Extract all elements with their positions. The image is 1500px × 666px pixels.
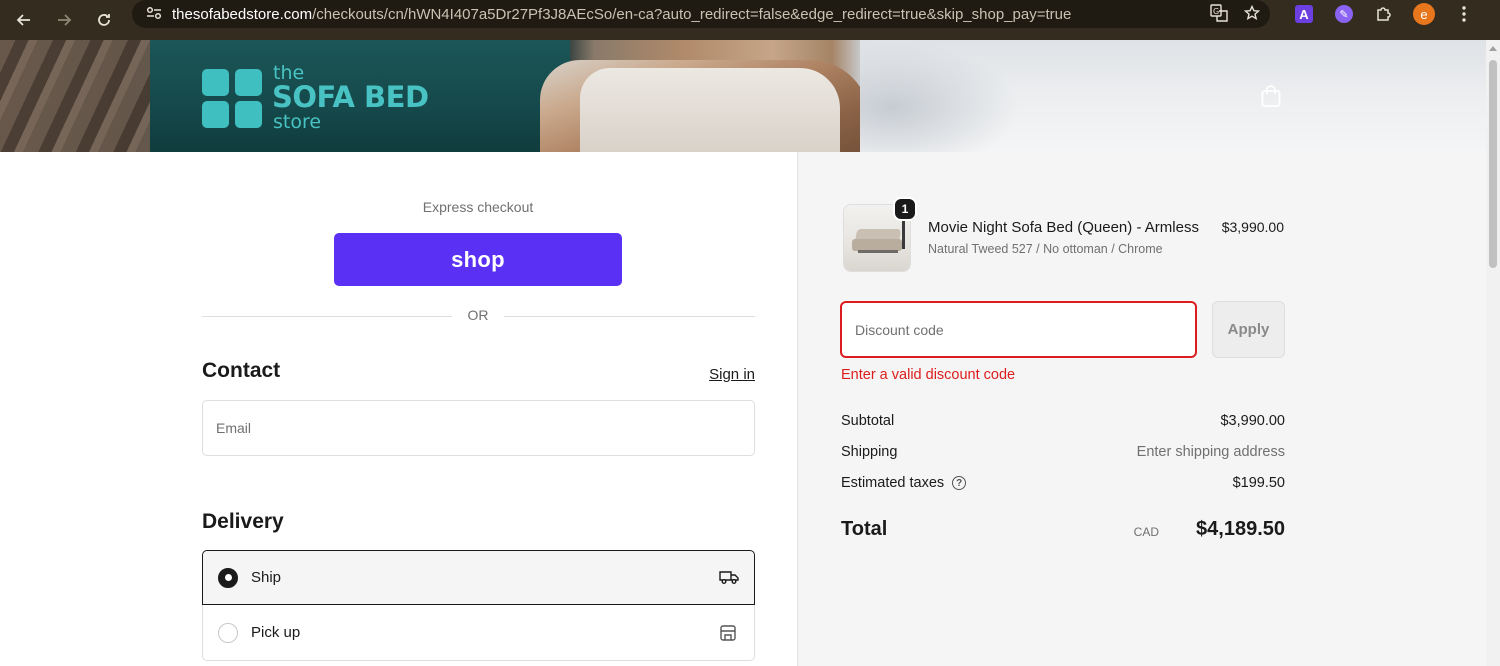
taxes-value: $199.50 (1232, 475, 1285, 491)
help-icon[interactable]: ? (952, 476, 967, 490)
logo-square (235, 69, 262, 96)
subtotal-row: Subtotal $3,990.00 (841, 413, 1285, 433)
logo-text-store: store (273, 111, 322, 133)
taxes-row: Estimated taxes? $199.50 (841, 475, 1285, 495)
discount-code-field[interactable] (840, 301, 1197, 358)
delivery-options: Ship Pick up (202, 550, 755, 661)
checkout-form: Express checkout shop OR Contact Sign in… (0, 152, 797, 666)
logo-text-main: SOFA BED (272, 80, 429, 114)
banner-image-chair-seat (580, 68, 840, 152)
product-price: $3,990.00 (1221, 219, 1284, 235)
product-variant: Natural Tweed 527 / No ottoman / Chrome (928, 242, 1163, 256)
address-bar[interactable]: thesofabedstore.com/checkouts/cn/hWN4I40… (132, 0, 1270, 28)
logo-square (235, 101, 262, 128)
subtotal-label: Subtotal (841, 413, 895, 429)
forward-icon[interactable] (44, 0, 84, 40)
extension-a-icon[interactable]: A (1284, 0, 1324, 28)
apply-button[interactable]: Apply (1212, 301, 1285, 358)
store-icon (719, 624, 739, 642)
radio-ship[interactable] (218, 567, 238, 588)
delivery-title: Delivery (202, 510, 284, 533)
or-divider: OR (202, 307, 755, 327)
truck-icon (719, 569, 739, 587)
sign-in-link[interactable]: Sign in (690, 366, 755, 383)
delivery-option-ship[interactable]: Ship (202, 550, 755, 605)
url-text: thesofabedstore.com/checkouts/cn/hWN4I40… (172, 5, 1072, 23)
total-value: $4,189.50 (1196, 518, 1285, 540)
puzzle-icon[interactable] (1364, 0, 1404, 28)
logo-square (202, 69, 229, 96)
total-currency: CAD (1133, 525, 1159, 539)
or-text: OR (467, 307, 489, 323)
shop-pay-button[interactable]: shop (334, 233, 622, 286)
order-summary: Movie Night Sofa Bed (Queen) - Armless N… (797, 152, 1486, 666)
back-icon[interactable] (4, 0, 44, 40)
store-logo[interactable]: the SOFA BED store (202, 62, 442, 133)
shipping-value: Enter shipping address (1136, 444, 1285, 460)
delivery-option-pickup[interactable]: Pick up (202, 605, 755, 661)
svg-text:G: G (1213, 7, 1219, 16)
site-info-icon[interactable] (140, 6, 168, 23)
extensions-area: A ✎ e (1284, 0, 1484, 28)
quantity-badge: 1 (893, 197, 917, 221)
subtotal-value: $3,990.00 (1220, 413, 1285, 429)
total-label: Total (841, 518, 888, 540)
email-field[interactable] (202, 400, 755, 456)
translate-icon[interactable]: G (1210, 3, 1228, 27)
radio-pickup[interactable] (218, 622, 238, 643)
avatar[interactable]: e (1404, 0, 1444, 28)
star-icon[interactable] (1243, 4, 1261, 26)
shipping-row: Shipping Enter shipping address (841, 444, 1285, 464)
scroll-thumb[interactable] (1489, 60, 1497, 268)
total-row: Total CAD $4,189.50 (841, 516, 1285, 544)
taxes-label: Estimated taxes (841, 475, 945, 491)
option-label: Ship (251, 569, 282, 586)
product-title: Movie Night Sofa Bed (Queen) - Armless (928, 219, 1199, 236)
logo-square (202, 101, 229, 128)
discount-error-message: Enter a valid discount code (841, 367, 1016, 383)
shop-button-label: shop (451, 246, 505, 272)
scroll-up-arrow[interactable] (1489, 46, 1497, 51)
extension-purple-icon[interactable]: ✎ (1324, 0, 1364, 28)
express-checkout-label: Express checkout (422, 199, 534, 215)
taxes-label-group: Estimated taxes? (841, 475, 967, 491)
banner-image-shadow (860, 40, 1020, 152)
menu-dots-icon[interactable] (1444, 0, 1484, 28)
shopping-bag-icon[interactable] (1260, 84, 1282, 108)
contact-title: Contact (202, 359, 281, 382)
shipping-label: Shipping (841, 444, 898, 460)
option-label: Pick up (251, 624, 301, 641)
scrollbar[interactable] (1486, 40, 1500, 666)
reload-icon[interactable] (84, 0, 124, 40)
